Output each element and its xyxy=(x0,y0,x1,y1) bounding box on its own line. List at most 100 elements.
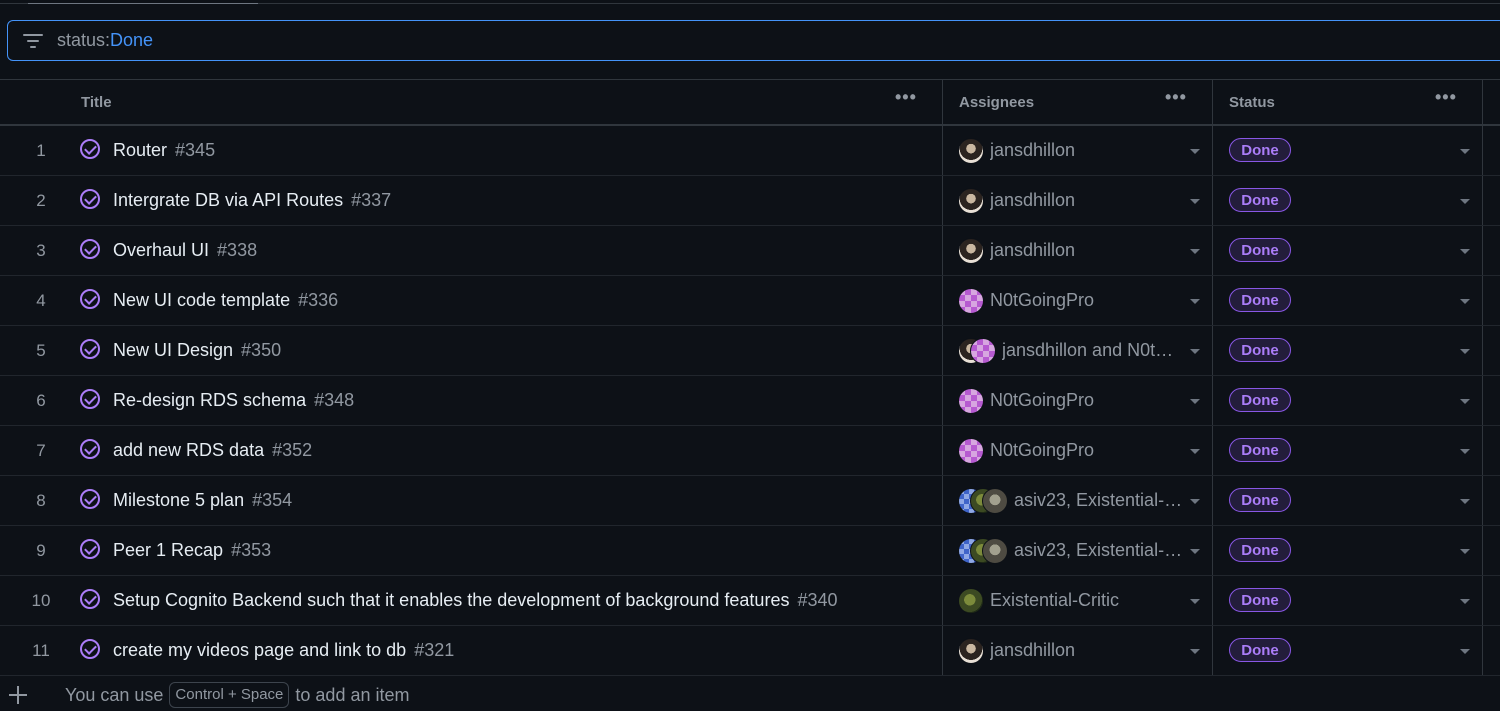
closed-issue-icon xyxy=(80,489,100,509)
table-row[interactable]: 3 Overhaul UI #338 jansdhillon Done xyxy=(0,226,1500,276)
issue-title-text[interactable]: Router xyxy=(113,140,167,160)
status-badge[interactable]: Done xyxy=(1229,238,1291,262)
issue-title-text[interactable]: add new RDS data xyxy=(113,440,264,460)
issue-title[interactable]: New UI code template #336 xyxy=(113,276,338,325)
assignee-cell[interactable]: asiv23, Existential-… xyxy=(958,476,1188,525)
assignee-dropdown-chevron-down-icon[interactable] xyxy=(1190,649,1200,654)
issue-title[interactable]: Re-design RDS schema #348 xyxy=(113,376,354,425)
assignee-cell[interactable]: N0tGoingPro xyxy=(958,276,1188,325)
issue-title-text[interactable]: Intergrate DB via API Routes xyxy=(113,190,343,210)
status-dropdown-chevron-down-icon[interactable] xyxy=(1460,249,1470,254)
assignee-dropdown-chevron-down-icon[interactable] xyxy=(1190,199,1200,204)
table-row[interactable]: 10 Setup Cognito Backend such that it en… xyxy=(0,576,1500,626)
column-header-assignees[interactable]: Assignees xyxy=(959,80,1034,124)
assignee-dropdown-chevron-down-icon[interactable] xyxy=(1190,399,1200,404)
issue-title-text[interactable]: create my videos page and link to db xyxy=(113,640,406,660)
status-badge[interactable]: Done xyxy=(1229,388,1291,412)
status-badge[interactable]: Done xyxy=(1229,188,1291,212)
table-row[interactable]: 5 New UI Design #350 jansdhillon and N0t…… xyxy=(0,326,1500,376)
issue-title[interactable]: Peer 1 Recap #353 xyxy=(113,526,271,575)
status-dropdown-chevron-down-icon[interactable] xyxy=(1460,499,1470,504)
issue-title-text[interactable]: Milestone 5 plan xyxy=(113,490,244,510)
status-dropdown-chevron-down-icon[interactable] xyxy=(1460,299,1470,304)
closed-issue-icon xyxy=(80,639,100,659)
issue-title-text[interactable]: New UI Design xyxy=(113,340,233,360)
status-dropdown-chevron-down-icon[interactable] xyxy=(1460,199,1470,204)
issue-title-text[interactable]: Re-design RDS schema xyxy=(113,390,306,410)
assignee-cell[interactable]: N0tGoingPro xyxy=(958,426,1188,475)
column-header-status[interactable]: Status xyxy=(1229,80,1275,124)
closed-issue-icon xyxy=(80,439,100,459)
column-header-title[interactable]: Title xyxy=(81,80,112,124)
avatar xyxy=(958,237,984,264)
issue-title[interactable]: Setup Cognito Backend such that it enabl… xyxy=(113,576,838,625)
table-row[interactable]: 9 Peer 1 Recap #353 asiv23, Existential-…… xyxy=(0,526,1500,576)
status-badge[interactable]: Done xyxy=(1229,438,1291,462)
assignee-cell[interactable]: Existential-Critic xyxy=(958,576,1188,625)
status-dropdown-chevron-down-icon[interactable] xyxy=(1460,649,1470,654)
assignee-cell[interactable]: jansdhillon xyxy=(958,626,1188,675)
filter-input[interactable]: status:Done xyxy=(7,20,1500,61)
assignee-dropdown-chevron-down-icon[interactable] xyxy=(1190,499,1200,504)
table-row[interactable]: 8 Milestone 5 plan #354 asiv23, Existenti… xyxy=(0,476,1500,526)
row-number: 1 xyxy=(36,141,46,160)
status-badge[interactable]: Done xyxy=(1229,138,1291,162)
plus-icon[interactable] xyxy=(9,686,27,704)
issue-title-text[interactable]: New UI code template xyxy=(113,290,290,310)
assignee-cell[interactable]: jansdhillon and N0t… xyxy=(958,326,1188,375)
assignee-dropdown-chevron-down-icon[interactable] xyxy=(1190,449,1200,454)
assignee-name: N0tGoingPro xyxy=(990,290,1095,310)
status-dropdown-chevron-down-icon[interactable] xyxy=(1460,149,1470,154)
issue-title[interactable]: Overhaul UI #338 xyxy=(113,226,257,275)
issue-title-text[interactable]: Overhaul UI xyxy=(113,240,209,260)
status-dropdown-chevron-down-icon[interactable] xyxy=(1460,599,1470,604)
avatar-group xyxy=(958,587,984,614)
avatar-group xyxy=(958,137,984,164)
avatar xyxy=(958,587,984,614)
table-row[interactable]: 7 add new RDS data #352 N0tGoingPro Done xyxy=(0,426,1500,476)
status-badge[interactable]: Done xyxy=(1229,538,1291,562)
status-dropdown-chevron-down-icon[interactable] xyxy=(1460,449,1470,454)
status-badge[interactable]: Done xyxy=(1229,588,1291,612)
filter-icon xyxy=(23,32,45,50)
title-column-menu-icon[interactable]: ••• xyxy=(895,88,917,106)
status-dropdown-chevron-down-icon[interactable] xyxy=(1460,549,1470,554)
issue-title[interactable]: Router #345 xyxy=(113,126,215,175)
issue-title-text[interactable]: Setup Cognito Backend such that it enabl… xyxy=(113,590,789,610)
add-item-row[interactable]: You can use Control + Space to add an it… xyxy=(0,679,1500,711)
issue-title[interactable]: New UI Design #350 xyxy=(113,326,281,375)
table-row[interactable]: 11 create my videos page and link to db #… xyxy=(0,626,1500,676)
avatar xyxy=(958,187,984,214)
assignee-dropdown-chevron-down-icon[interactable] xyxy=(1190,349,1200,354)
status-badge[interactable]: Done xyxy=(1229,288,1291,312)
status-dropdown-chevron-down-icon[interactable] xyxy=(1460,349,1470,354)
table-row[interactable]: 6 Re-design RDS schema #348 N0tGoingPro D… xyxy=(0,376,1500,426)
table-row[interactable]: 1 Router #345 jansdhillon Done xyxy=(0,126,1500,176)
avatar xyxy=(958,637,984,664)
issue-title-text[interactable]: Peer 1 Recap xyxy=(113,540,223,560)
assignee-dropdown-chevron-down-icon[interactable] xyxy=(1190,299,1200,304)
assignee-cell[interactable]: jansdhillon xyxy=(958,226,1188,275)
active-view-tab-indicator[interactable] xyxy=(28,0,258,4)
table-row[interactable]: 4 New UI code template #336 N0tGoingPro D… xyxy=(0,276,1500,326)
status-dropdown-chevron-down-icon[interactable] xyxy=(1460,399,1470,404)
issue-title[interactable]: Milestone 5 plan #354 xyxy=(113,476,292,525)
assignees-column-menu-icon[interactable]: ••• xyxy=(1165,88,1187,106)
issue-number: #348 xyxy=(314,390,355,410)
status-badge[interactable]: Done xyxy=(1229,488,1291,512)
status-column-menu-icon[interactable]: ••• xyxy=(1435,88,1457,106)
status-badge[interactable]: Done xyxy=(1229,338,1291,362)
assignee-dropdown-chevron-down-icon[interactable] xyxy=(1190,249,1200,254)
assignee-cell[interactable]: jansdhillon xyxy=(958,176,1188,225)
assignee-cell[interactable]: asiv23, Existential-… xyxy=(958,526,1188,575)
assignee-cell[interactable]: N0tGoingPro xyxy=(958,376,1188,425)
assignee-dropdown-chevron-down-icon[interactable] xyxy=(1190,599,1200,604)
status-badge[interactable]: Done xyxy=(1229,638,1291,662)
assignee-dropdown-chevron-down-icon[interactable] xyxy=(1190,149,1200,154)
issue-title[interactable]: add new RDS data #352 xyxy=(113,426,312,475)
issue-title[interactable]: Intergrate DB via API Routes #337 xyxy=(113,176,391,225)
assignee-dropdown-chevron-down-icon[interactable] xyxy=(1190,549,1200,554)
table-row[interactable]: 2 Intergrate DB via API Routes #337 jansd… xyxy=(0,176,1500,226)
assignee-cell[interactable]: jansdhillon xyxy=(958,126,1188,175)
issue-title[interactable]: create my videos page and link to db #321 xyxy=(113,626,454,675)
